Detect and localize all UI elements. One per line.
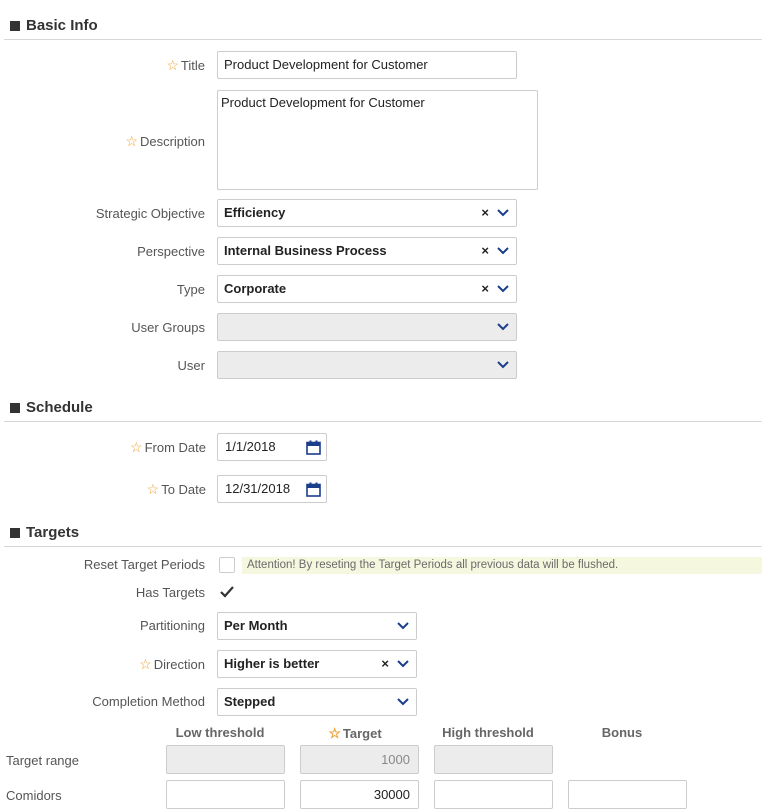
high-threshold-range-input: [434, 745, 553, 774]
type-label: Type: [176, 282, 205, 297]
description-label: ☆Product Development for CustomerDescrip…: [125, 133, 205, 149]
bonus-input[interactable]: [568, 780, 687, 809]
section-title: Schedule: [26, 399, 93, 416]
reset-target-periods-checkbox[interactable]: [219, 557, 235, 573]
chevron-down-icon[interactable]: [497, 246, 509, 256]
has-targets-label: Has Targets: [135, 585, 205, 600]
calendar-icon[interactable]: [306, 482, 321, 497]
required-star-icon: ☆: [328, 725, 341, 741]
date-value[interactable]: 1/1/2018: [225, 434, 276, 460]
required-star-icon: ☆: [139, 656, 152, 672]
low-threshold-range-input: [166, 745, 285, 774]
checkmark-icon: [220, 586, 234, 598]
has-targets-checkbox[interactable]: [219, 584, 235, 600]
strategic-objective-label: Strategic Objective: [95, 206, 205, 221]
clear-icon[interactable]: ×: [381, 651, 389, 677]
column-header-low-threshold: Low threshold: [175, 725, 265, 740]
select-value: Higher is better: [224, 656, 320, 671]
to-date-label: ☆ To Date: [146, 481, 206, 497]
reset-target-periods-label: Reset Target Periods: [83, 557, 205, 572]
section-square-icon: [10, 528, 20, 538]
perspective-select[interactable]: Internal Business Process ×: [217, 237, 517, 265]
description-textarea[interactable]: Product Development for Customer: [217, 90, 538, 190]
required-star-icon: ☆: [146, 481, 160, 497]
row-label-comidors: Comidors: [6, 788, 62, 803]
from-date-label: ☆ From Date: [130, 439, 206, 455]
select-value: Per Month: [224, 618, 288, 633]
clear-icon[interactable]: ×: [481, 200, 489, 226]
chevron-down-icon[interactable]: [397, 659, 409, 669]
clear-icon[interactable]: ×: [481, 276, 489, 302]
section-square-icon: [10, 21, 20, 31]
user-groups-label: User Groups: [131, 320, 205, 335]
target-input[interactable]: 30000: [300, 780, 419, 809]
target-range-input: 1000: [300, 745, 419, 774]
clear-icon[interactable]: ×: [481, 238, 489, 264]
chevron-down-icon[interactable]: [397, 697, 409, 707]
section-title: Basic Info: [26, 17, 98, 34]
to-date-picker[interactable]: 12/31/2018: [217, 475, 327, 503]
title-input[interactable]: Product Development for Customer: [217, 51, 517, 79]
select-value: Corporate: [224, 281, 287, 296]
chevron-down-icon[interactable]: [497, 208, 509, 218]
high-threshold-input[interactable]: [434, 780, 553, 809]
direction-label: ☆ Direction: [139, 656, 205, 672]
chevron-down-icon[interactable]: [497, 284, 509, 294]
perspective-label: Perspective: [137, 244, 205, 259]
column-header-high-threshold: High threshold: [442, 725, 534, 740]
strategic-objective-select[interactable]: Efficiency ×: [217, 199, 517, 227]
type-select[interactable]: Corporate ×: [217, 275, 517, 303]
user-groups-select[interactable]: [217, 313, 517, 341]
completion-method-select[interactable]: Stepped: [217, 688, 417, 716]
calendar-icon[interactable]: [306, 440, 321, 455]
low-threshold-input[interactable]: [166, 780, 285, 809]
section-header-targets: Targets: [4, 520, 762, 547]
title-label: ☆ Title: [166, 57, 205, 73]
section-header-basic-info: Basic Info: [4, 13, 762, 40]
partitioning-label: Partitioning: [139, 618, 205, 633]
section-title: Targets: [26, 524, 80, 541]
partitioning-select[interactable]: Per Month: [217, 612, 417, 640]
date-value[interactable]: 12/31/2018: [225, 476, 290, 502]
row-label-target-range: Target range: [6, 753, 79, 768]
direction-select[interactable]: Higher is better ×: [217, 650, 417, 678]
required-star-icon: ☆: [166, 57, 179, 73]
user-select[interactable]: [217, 351, 517, 379]
attention-message: Attention! By reseting the Target Period…: [242, 557, 762, 574]
required-star-icon: ☆: [125, 133, 138, 149]
column-header-bonus: Bonus: [601, 725, 643, 740]
chevron-down-icon[interactable]: [497, 322, 509, 332]
section-square-icon: [10, 403, 20, 413]
section-header-schedule: Schedule: [4, 395, 762, 422]
select-value: Efficiency: [224, 205, 286, 220]
column-header-target: ☆ Target: [328, 725, 382, 741]
completion-method-label: Completion Method: [92, 694, 205, 709]
from-date-picker[interactable]: 1/1/2018: [217, 433, 327, 461]
required-star-icon: ☆: [130, 439, 143, 455]
user-label: User: [177, 358, 205, 373]
select-value: Internal Business Process: [224, 243, 387, 258]
select-value: Stepped: [224, 694, 276, 709]
chevron-down-icon[interactable]: [397, 621, 409, 631]
chevron-down-icon[interactable]: [497, 360, 509, 370]
